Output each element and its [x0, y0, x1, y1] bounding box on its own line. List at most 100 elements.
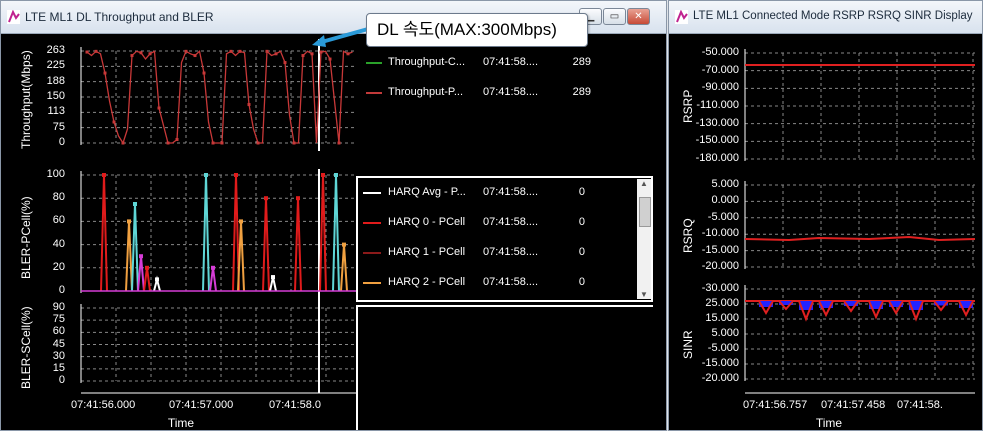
r-x-axis-label: Time	[815, 416, 843, 430]
throughput-point	[139, 51, 143, 55]
bler-spike	[340, 244, 348, 292]
legend-swatch-icon	[363, 222, 381, 224]
legend-value: 0	[578, 276, 585, 288]
throughput-tick: 0	[58, 136, 65, 148]
throughput-point	[319, 50, 323, 54]
bler-point	[102, 173, 106, 177]
left-window-title: LTE ML1 DL Throughput and BLER	[25, 10, 214, 24]
bler-point	[211, 265, 215, 270]
bler-spike	[125, 221, 133, 292]
throughput-point	[256, 141, 260, 145]
bler-point	[133, 202, 137, 206]
scroll-thumb[interactable]	[639, 197, 651, 227]
throughput-point	[337, 141, 341, 145]
legend-swatch-icon	[363, 192, 381, 194]
legend-name: HARQ 1 - PCell	[388, 246, 466, 258]
sinr-tick: -15.000	[701, 357, 739, 369]
throughput-tick: 188	[46, 74, 65, 87]
throughput-point	[202, 71, 206, 75]
legend-scrollbar[interactable]: ▲ ▼	[637, 179, 651, 299]
legend-swatch-icon	[363, 252, 381, 254]
legend-name: Throughput-C...	[388, 56, 466, 68]
throughput-point	[148, 52, 152, 56]
sinr-tick: 5.000	[711, 327, 739, 339]
sinr-tick: 15.000	[705, 312, 739, 324]
right-titlebar[interactable]: LTE ML1 Connected Mode RSRP RSRQ SINR Di…	[669, 1, 982, 34]
bler-scell-tick: 60	[52, 325, 65, 338]
bler-scell-ylabel: BLER-SCell(%)	[19, 306, 33, 389]
throughput-point	[328, 57, 332, 61]
rsrq-tick: -5.000	[707, 210, 739, 223]
bler-scell-tick: 15	[52, 361, 65, 374]
throughput-point	[184, 49, 188, 53]
legend-time: 07:41:58....	[483, 246, 539, 258]
bler-spike	[262, 198, 270, 292]
legend-time: 07:41:58....	[483, 186, 539, 198]
x-tick-3: 07:41:58.0	[269, 399, 321, 411]
sinr-tick: 25.000	[705, 297, 739, 309]
rsrq-tick: -15.000	[701, 243, 739, 256]
right-window-title: LTE ML1 Connected Mode RSRP RSRQ SINR Di…	[693, 10, 973, 22]
app-icon	[7, 10, 20, 24]
bler-spike	[237, 221, 245, 292]
bler-pcell-tick: 0	[58, 284, 65, 296]
rsrp-rsrq-sinr-window: LTE ML1 Connected Mode RSRP RSRQ SINR Di…	[668, 0, 983, 431]
legend-name: HARQ Avg - P...	[388, 186, 466, 198]
bler-point	[239, 219, 243, 224]
throughput-tick: 225	[46, 59, 65, 72]
bler-point	[145, 265, 149, 270]
throughput-point	[175, 138, 179, 142]
legend-name: HARQ 2 - PCell	[388, 276, 466, 288]
sinr-tick: -30.000	[701, 282, 739, 294]
throughput-tick: 113	[47, 105, 65, 118]
bler-point	[334, 173, 338, 177]
legend-swatch-icon	[363, 282, 381, 284]
bler-point	[234, 173, 238, 177]
bler-point	[127, 219, 131, 224]
throughput-point	[301, 54, 305, 58]
rsrp-tick: -110.000	[696, 99, 739, 111]
maximize-button[interactable]: ▭	[603, 8, 626, 25]
bler-spike	[319, 174, 327, 292]
bler-spike	[100, 174, 108, 292]
bler-spike	[137, 256, 145, 292]
bler-pcell-tick: 80	[52, 191, 65, 204]
dl-speed-callout: DL 속도(MAX:300Mbps)	[366, 13, 588, 47]
throughput-point	[94, 49, 98, 53]
bler-scell-tick: 30	[52, 349, 65, 362]
close-button[interactable]: ✕	[627, 8, 650, 25]
legend-name: Throughput-P...	[388, 86, 464, 98]
legend-name: HARQ 0 - PCell	[388, 216, 466, 228]
throughput-point	[166, 141, 170, 145]
throughput-point	[238, 49, 242, 53]
throughput-tick: 150	[46, 90, 65, 102]
bler-point	[155, 277, 159, 282]
legend-value: 289	[572, 86, 591, 98]
bler-spike	[202, 174, 210, 292]
r-x-tick-2: 07:41:57.458	[821, 399, 886, 411]
bler-spike	[131, 203, 139, 292]
scroll-down-icon[interactable]: ▼	[637, 290, 651, 299]
scell-legend-panel	[356, 305, 653, 430]
legend-time: 07:41:58....	[483, 56, 539, 68]
bler-point	[271, 275, 275, 280]
sinr-tick: -5.000	[707, 342, 739, 354]
bler-spike	[332, 174, 340, 292]
x-axis-label: Time	[167, 416, 195, 430]
throughput-point	[283, 61, 287, 65]
bler-pcell-ylabel: BLER-PCell(%)	[19, 196, 33, 279]
scroll-up-icon[interactable]: ▲	[637, 179, 651, 188]
rsrp-tick: -90.000	[701, 81, 739, 94]
throughput-point	[292, 141, 296, 145]
rsrq-tick: 5.000	[711, 178, 739, 190]
throughput-point	[220, 141, 224, 145]
bler-scell-tick: 75	[52, 313, 65, 326]
throughput-point	[193, 54, 197, 58]
rsrp-tick: -130.000	[695, 116, 739, 129]
bler-point	[296, 196, 300, 201]
legend-value: 0	[578, 216, 585, 228]
throughput-point	[346, 52, 350, 56]
throughput-tick: 263	[46, 44, 65, 56]
throughput-point	[265, 49, 269, 53]
bler-scell-tick: 0	[58, 374, 65, 386]
